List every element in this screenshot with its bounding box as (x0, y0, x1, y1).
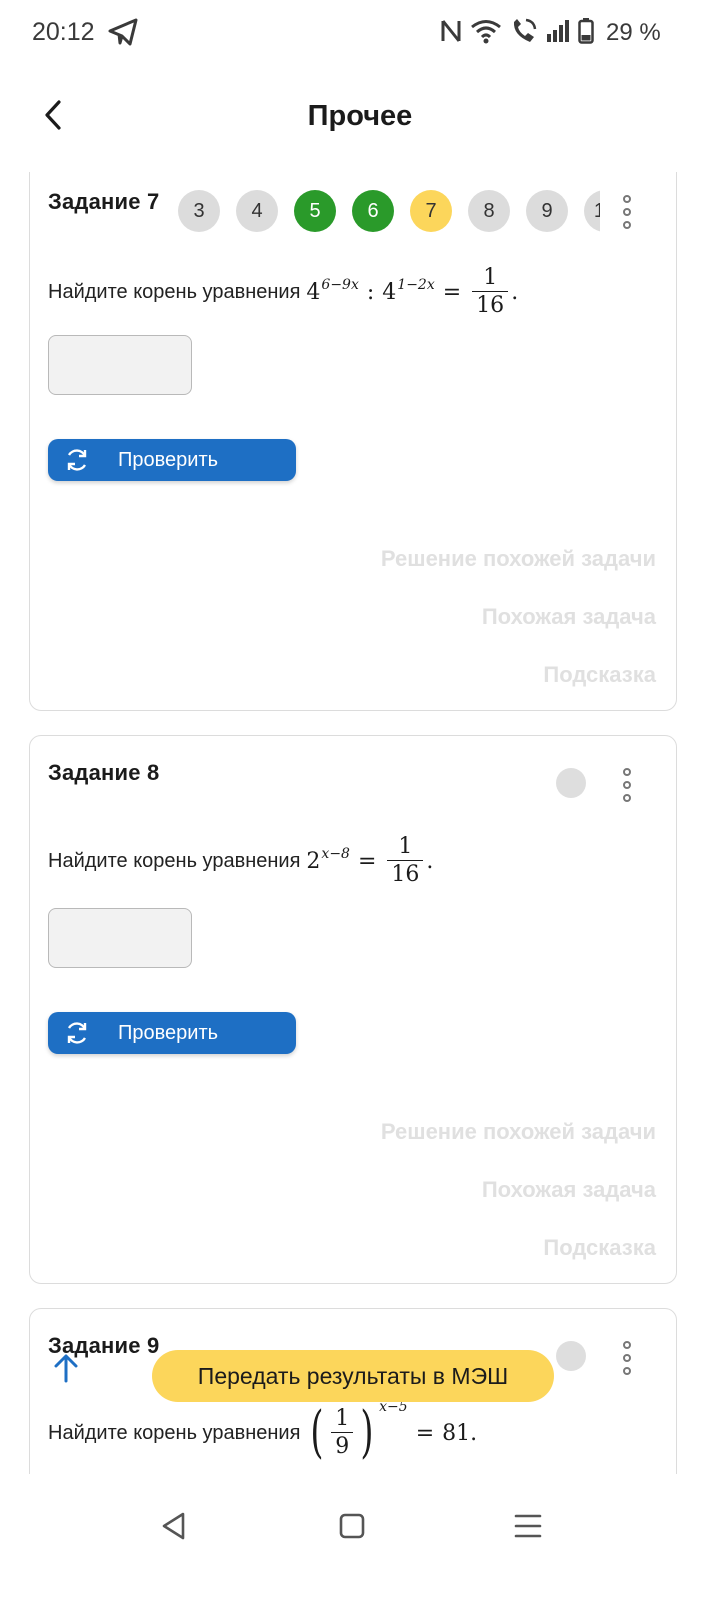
problem-prompt: Найдите корень уравнения (48, 1421, 301, 1444)
check-button-label: Проверить (118, 1021, 219, 1044)
task-title: Задание 8 (48, 760, 160, 785)
problem-prompt: Найдите корень уравнения (48, 850, 301, 872)
eq-fraction: 1 16 (387, 834, 424, 889)
dot-icon (623, 1354, 631, 1362)
recents-menu-icon[interactable] (506, 1504, 550, 1548)
similar-solution-link[interactable]: Решение похожей задачи (381, 544, 656, 602)
eq-fraction: 1 9 (331, 1405, 354, 1461)
eq-equals: = (357, 849, 377, 874)
status-icons: 29 % (440, 16, 661, 50)
dot-icon (623, 195, 631, 203)
problem-prompt: Найдите корень уравнения (48, 281, 301, 303)
send-results-button[interactable]: Передать результаты в МЭШ (152, 1350, 554, 1402)
answer-input[interactable] (48, 908, 192, 968)
eq-exponent: 1−2x (397, 276, 435, 293)
dot-icon (623, 794, 631, 802)
equation: 2 x−8 = 1 16 . (306, 834, 433, 889)
eq-operator: : (366, 280, 375, 305)
eq-equals: = (442, 280, 462, 305)
eq-base: 4 (306, 280, 321, 305)
similar-task-link[interactable]: Похожая задача (381, 602, 656, 660)
refresh-icon (64, 1020, 90, 1046)
task-chip[interactable]: 9 (526, 190, 568, 232)
eq-denominator: 16 (387, 860, 424, 889)
hint-link[interactable]: Подсказка (381, 660, 656, 718)
eq-base: 2 (306, 849, 321, 874)
page-title: Прочее (307, 100, 413, 132)
eq-paren-open: ( (310, 1400, 324, 1465)
eq-fraction: 1 16 (472, 265, 509, 320)
hint-link[interactable]: Подсказка (381, 1233, 656, 1291)
eq-numerator: 1 (398, 834, 413, 859)
task-card: Задание 7 3 4 5 6 7 8 9 10 Найдите корен… (29, 172, 677, 711)
dot-icon (623, 768, 631, 776)
back-triangle-icon[interactable] (152, 1504, 196, 1548)
help-links: Решение похожей задачи Похожая задача По… (381, 544, 656, 718)
eq-numerator: 1 (483, 265, 498, 290)
task-chip[interactable]: 10 (584, 190, 600, 232)
task-chip[interactable]: 3 (178, 190, 220, 232)
telegram-icon (108, 18, 138, 51)
refresh-icon (64, 447, 90, 473)
eq-equals: = (415, 1420, 435, 1446)
dot-icon (623, 781, 631, 789)
similar-task-link[interactable]: Похожая задача (381, 1175, 656, 1233)
task-chip[interactable]: 8 (468, 190, 510, 232)
more-options-button[interactable] (612, 1335, 642, 1381)
problem-statement: Найдите корень уравнения 4 6−9x : 4 1−2x =… (48, 265, 518, 320)
eq-numerator: 1 (335, 1405, 350, 1431)
answer-input[interactable] (48, 335, 192, 395)
task-status-indicator (556, 768, 586, 798)
app-header: Прочее (0, 66, 720, 172)
eq-period: . (511, 280, 519, 305)
problem-statement: Найдите корень уравнения ( 1 9 ) x−5 = 8… (48, 1399, 478, 1465)
task-chip[interactable]: 6 (352, 190, 394, 232)
task-status-indicator (556, 1341, 586, 1371)
check-button-label: Проверить (118, 448, 219, 471)
eq-period: . (470, 1420, 478, 1446)
task-chip[interactable]: 5 (294, 190, 336, 232)
home-square-icon[interactable] (330, 1504, 374, 1548)
task-list[interactable]: Задание 7 3 4 5 6 7 8 9 10 Найдите корен… (0, 172, 720, 1474)
wifi-icon (470, 18, 502, 49)
equation: ( 1 9 ) x−5 = 81 . (306, 1399, 478, 1465)
status-bar: 20:12 29 % (0, 0, 720, 66)
scroll-to-top-button[interactable] (48, 1350, 84, 1386)
more-options-button[interactable] (612, 762, 642, 808)
task-chip[interactable]: 7 (410, 190, 452, 232)
similar-solution-link[interactable]: Решение похожей задачи (381, 1117, 656, 1175)
help-links: Решение похожей задачи Похожая задача По… (381, 1117, 656, 1291)
equation: 4 6−9x : 4 1−2x = 1 16 . (306, 265, 518, 320)
task-chip[interactable]: 4 (236, 190, 278, 232)
task-card: Задание 8 Найдите корень уравнения 2 x−8 … (29, 735, 677, 1284)
nfc-icon (440, 17, 462, 50)
more-options-button[interactable] (612, 189, 642, 235)
check-button[interactable]: Проверить (48, 439, 296, 481)
eq-period: . (426, 849, 434, 874)
battery-percent: 29 % (606, 19, 661, 46)
eq-exponent: 6−9x (321, 276, 359, 293)
dot-icon (623, 208, 631, 216)
wifi-call-icon (510, 17, 538, 50)
dot-icon (623, 221, 631, 229)
eq-rhs: 81 (442, 1420, 471, 1446)
dot-icon (623, 1341, 631, 1349)
task-title: Задание 7 (48, 189, 160, 214)
check-button[interactable]: Проверить (48, 1012, 296, 1054)
battery-icon (578, 17, 594, 49)
eq-denominator: 9 (331, 1431, 354, 1461)
signal-icon (546, 19, 570, 47)
arrow-up-icon (54, 1354, 78, 1383)
status-time: 20:12 (32, 18, 95, 46)
eq-base: 4 (382, 280, 397, 305)
eq-denominator: 16 (472, 291, 509, 320)
problem-statement: Найдите корень уравнения 2 x−8 = 1 16 . (48, 834, 433, 889)
eq-paren-close: ) (360, 1400, 374, 1465)
task-navigator[interactable]: 3 4 5 6 7 8 9 10 (174, 187, 600, 235)
eq-exponent: x−8 (321, 845, 350, 862)
system-nav-bar (0, 1474, 720, 1600)
dot-icon (623, 1367, 631, 1375)
